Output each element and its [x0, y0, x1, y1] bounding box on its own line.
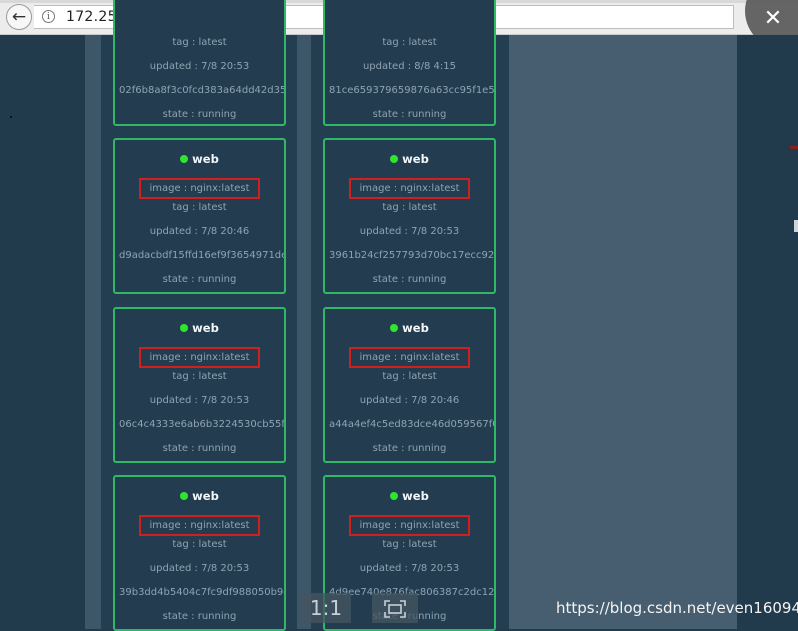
- zoom-1to1-button[interactable]: 1:1: [301, 593, 351, 623]
- card-tag: tag : latest: [382, 37, 437, 48]
- card-image-row: image : nginx:latest: [325, 515, 494, 536]
- card-image-row: image : nginx:latest: [325, 347, 494, 368]
- card-title: web: [325, 152, 494, 166]
- card-title-text: web: [192, 321, 219, 335]
- card-state: state : running: [162, 443, 237, 454]
- card-image-row: image : nginx:latest: [115, 347, 284, 368]
- container-card[interactable]: web image : nginx:latest tag : latest up…: [113, 307, 286, 463]
- card-image: image : nginx:latest: [349, 515, 470, 536]
- zoom-label: 1:1: [309, 596, 343, 620]
- card-tag: tag : latest: [382, 539, 437, 550]
- card-updated: updated : 7/8 20:53: [149, 395, 250, 406]
- card-tag: tag : latest: [172, 202, 227, 213]
- card-tag: tag : latest: [382, 202, 437, 213]
- status-dot-icon: [390, 155, 399, 163]
- card-image: image : nginx:latest: [349, 178, 470, 199]
- board-column-3: [509, 35, 737, 629]
- card-image-row: image : nginx:latest: [325, 178, 494, 199]
- container-card[interactable]: tag : latest updated : 7/8 20:53 02f6b8a…: [113, 0, 286, 126]
- container-card[interactable]: web image : nginx:latest tag : latest up…: [113, 138, 286, 294]
- close-icon[interactable]: ✕: [760, 6, 786, 32]
- lane-divider: [297, 35, 311, 629]
- stray-dot: [10, 116, 12, 118]
- arrow-left-icon: ←: [11, 6, 27, 27]
- card-image-row: image : nginx:latest: [115, 178, 284, 199]
- card-state: state : running: [372, 109, 447, 120]
- card-title: web: [115, 489, 284, 503]
- card-title-text: web: [402, 489, 429, 503]
- card-container-id: 06c4c4333e6ab6b3224530cb55fe5: [119, 419, 284, 430]
- container-card[interactable]: tag : latest updated : 8/8 4:15 81ce6593…: [323, 0, 496, 126]
- card-tag: tag : latest: [172, 371, 227, 382]
- card-title-text: web: [192, 152, 219, 166]
- card-title-text: web: [402, 321, 429, 335]
- card-container-id: 3961b24cf257793d70bc17ecc92ecc: [329, 250, 494, 261]
- status-dot-icon: [180, 324, 189, 332]
- card-state: state : running: [162, 109, 237, 120]
- container-card[interactable]: web image : nginx:latest tag : latest up…: [113, 475, 286, 631]
- card-updated: updated : 8/8 4:15: [362, 61, 457, 72]
- card-title: web: [325, 489, 494, 503]
- watermark-text: https://blog.csdn.net/even160941: [556, 599, 798, 617]
- card-updated: updated : 7/8 20:53: [149, 61, 250, 72]
- container-card[interactable]: web image : nginx:latest tag : latest up…: [323, 138, 496, 294]
- card-state: state : running: [162, 611, 237, 622]
- card-title-text: web: [192, 489, 219, 503]
- lane-divider: [85, 35, 101, 629]
- back-button[interactable]: ←: [6, 4, 32, 30]
- card-image-row: image : nginx:latest: [115, 515, 284, 536]
- card-container-id: 39b3dd4b5404c7fc9df988050b9e0: [119, 587, 284, 598]
- card-updated: updated : 7/8 20:46: [149, 226, 250, 237]
- card-title-text: web: [402, 152, 429, 166]
- card-image: image : nginx:latest: [139, 515, 260, 536]
- card-updated: updated : 7/8 20:53: [149, 563, 250, 574]
- status-dot-icon: [180, 155, 189, 163]
- card-image: image : nginx:latest: [349, 347, 470, 368]
- status-dot-icon: [390, 492, 399, 500]
- card-container-id: 02f6b8a8f3c0fcd383a64dd42d35a6: [119, 85, 284, 96]
- info-icon[interactable]: i: [42, 10, 55, 23]
- card-title: web: [325, 321, 494, 335]
- status-dot-icon: [390, 324, 399, 332]
- status-dot-icon: [180, 492, 189, 500]
- board-lane-right: [737, 35, 798, 629]
- card-title: web: [115, 152, 284, 166]
- card-container-id: a44a4ef4c5ed83dce46d059567f09: [329, 419, 494, 430]
- card-updated: updated : 7/8 20:46: [359, 395, 460, 406]
- card-updated: updated : 7/8 20:53: [359, 226, 460, 237]
- card-image: image : nginx:latest: [139, 347, 260, 368]
- card-updated: updated : 7/8 20:53: [359, 563, 460, 574]
- card-image: image : nginx:latest: [139, 178, 260, 199]
- fullscreen-button[interactable]: [372, 593, 418, 623]
- card-container-id: 81ce659379659876a63cc95f1e5db: [329, 85, 494, 96]
- side-fragment: [794, 220, 798, 232]
- card-state: state : running: [162, 274, 237, 285]
- card-tag: tag : latest: [172, 539, 227, 550]
- fullscreen-icon: [384, 596, 406, 620]
- card-title: web: [115, 321, 284, 335]
- card-state: state : running: [372, 274, 447, 285]
- card-tag: tag : latest: [172, 37, 227, 48]
- card-container-id: d9adacbdf15ffd16ef9f3654971de4b: [119, 250, 284, 261]
- board-lane-left: [0, 35, 86, 629]
- card-tag: tag : latest: [382, 371, 437, 382]
- container-card[interactable]: web image : nginx:latest tag : latest up…: [323, 307, 496, 463]
- card-state: state : running: [372, 443, 447, 454]
- side-fragment: [790, 146, 798, 149]
